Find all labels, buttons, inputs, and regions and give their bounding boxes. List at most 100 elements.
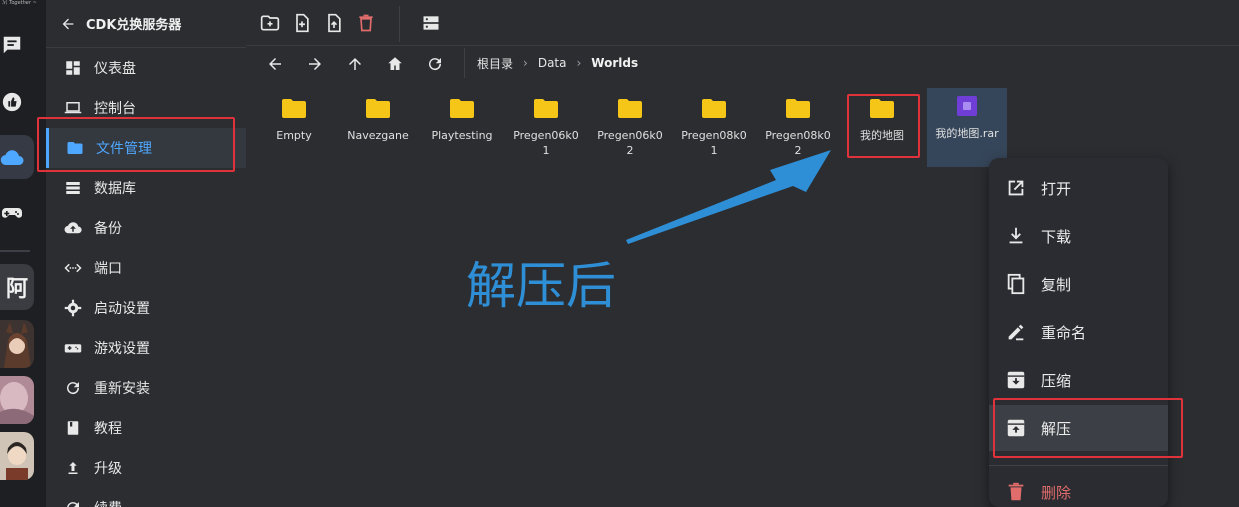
upload-arrow-icon (68, 462, 78, 474)
sidebar-item-label: 仪表盘 (94, 61, 136, 77)
refresh-button[interactable] (423, 52, 447, 76)
trash-icon (1008, 482, 1024, 501)
menu-item-rename[interactable]: 重命名 (989, 309, 1168, 355)
breadcrumb-data[interactable]: Data (538, 56, 567, 70)
refresh-icon (67, 502, 79, 507)
sidebar-item-game-settings[interactable]: 游戏设置 (46, 328, 246, 368)
new-folder-icon (260, 15, 280, 31)
sidebar-item-ports[interactable]: 端口 (46, 248, 246, 288)
file-name: Pregen06k01 (513, 129, 579, 157)
sidebar-item-label: 启动设置 (94, 301, 150, 317)
file-name: Empty (276, 129, 312, 142)
reload-icon (67, 382, 80, 395)
folder-icon (450, 99, 474, 118)
sidebar-item-database[interactable]: 数据库 (46, 168, 246, 208)
laptop-icon (64, 102, 82, 114)
server-avatar-image[interactable] (0, 376, 34, 424)
refresh-icon (429, 58, 442, 71)
archive-file-icon (957, 96, 977, 116)
rename-icon (1008, 324, 1024, 341)
sidebar-item-tutorial[interactable]: 教程 (46, 408, 246, 448)
sidebar-item-label: 备份 (94, 221, 122, 237)
server-name: CDK兑换服务器 (86, 18, 182, 33)
sidebar-item-renew[interactable]: 续费 (46, 488, 246, 507)
sidebar-item-label: 续费 (94, 498, 122, 507)
server-avatar-image[interactable] (0, 432, 34, 480)
menu-item-label: 重命名 (1041, 323, 1087, 342)
chevron-right-icon: › (523, 56, 528, 70)
upload-file-button[interactable] (322, 11, 346, 35)
server-switch-button[interactable] (419, 11, 443, 35)
menu-item-copy[interactable]: 复制 (989, 261, 1168, 307)
archive-icon (1007, 371, 1025, 389)
cloud-icon[interactable] (0, 146, 24, 170)
breadcrumb: 根目录 › Data › Worlds (464, 48, 638, 78)
gear-icon (64, 299, 82, 317)
sidebar-item-label: 控制台 (94, 101, 136, 117)
home-button[interactable] (383, 52, 407, 76)
folder-icon (618, 99, 642, 118)
download-icon (1009, 227, 1023, 244)
menu-item-compress[interactable]: 压缩 (989, 357, 1168, 403)
chevron-right-icon: › (576, 56, 582, 70)
thumbs-up-icon[interactable] (0, 90, 24, 114)
breadcrumb-root[interactable]: 根目录 (477, 55, 513, 72)
menu-item-label: 下载 (1041, 227, 1072, 246)
new-folder-button[interactable] (258, 11, 282, 35)
server-avatar-image[interactable] (0, 320, 34, 368)
sidebar-header[interactable]: CDK兑换服务器 (46, 0, 246, 48)
arrow-up-icon (349, 58, 361, 70)
back-arrow-icon[interactable] (60, 16, 76, 32)
folder-icon (366, 99, 390, 118)
file-item-selected[interactable]: 我的地图.rar (927, 88, 1007, 167)
copy-icon (1007, 273, 1025, 295)
chat-icon[interactable] (0, 33, 24, 57)
up-button[interactable] (343, 52, 367, 76)
file-item[interactable]: Pregen06k01 (506, 90, 586, 168)
menu-divider (989, 465, 1168, 466)
toolbar-divider (399, 6, 400, 42)
open-external-icon (1008, 180, 1024, 196)
annotation-text: 解压后 (466, 257, 616, 315)
folder-icon (786, 99, 810, 118)
forward-button[interactable] (303, 52, 327, 76)
extract-highlight (993, 398, 1183, 458)
new-file-button[interactable] (290, 11, 314, 35)
sidebar-item-reinstall[interactable]: 重新安装 (46, 368, 246, 408)
gamepad-icon[interactable] (0, 201, 24, 225)
back-button[interactable] (263, 52, 287, 76)
menu-item-label: 压缩 (1041, 371, 1072, 390)
arrow-right-icon (309, 58, 321, 70)
sidebar-item-label: 游戏设置 (94, 341, 150, 357)
annotation-arrow-icon (626, 150, 831, 244)
file-item[interactable]: Playtesting (422, 90, 502, 168)
new-file-icon (296, 13, 309, 33)
menu-item-delete[interactable]: 删除 (989, 469, 1168, 507)
sidebar-item-startup[interactable]: 启动设置 (46, 288, 246, 328)
folder-icon (534, 99, 558, 118)
file-item[interactable]: Empty (254, 90, 334, 168)
sidebar-item-upgrade[interactable]: 升级 (46, 448, 246, 488)
home-icon (388, 57, 402, 70)
file-item[interactable]: Navezgane (338, 90, 418, 168)
menu-item-open[interactable]: 打开 (989, 165, 1168, 211)
file-name: Playtesting (431, 129, 493, 142)
folder-icon (282, 99, 306, 118)
menu-item-label: 删除 (1041, 483, 1072, 502)
sidebar-item-backup[interactable]: 备份 (46, 208, 246, 248)
delete-button[interactable] (354, 11, 378, 35)
gamepad-icon (64, 344, 82, 353)
folder-icon (702, 99, 726, 118)
rail-divider (0, 250, 30, 252)
cloud-upload-icon (64, 222, 82, 234)
app-logo: ℳ Together ~ (2, 0, 37, 6)
breadcrumb-worlds[interactable]: Worlds (591, 56, 638, 70)
menu-item-download[interactable]: 下载 (989, 213, 1168, 259)
dashboard-icon (66, 61, 80, 75)
sidebar-item-label: 数据库 (94, 181, 136, 197)
file-toolbar (246, 0, 1239, 46)
sidebar-item-dashboard[interactable]: 仪表盘 (46, 48, 246, 88)
sidebar-item-label: 升级 (94, 461, 122, 477)
server-avatar-text[interactable]: 阿 (0, 264, 34, 310)
sidebar-item-label: 教程 (94, 421, 122, 437)
